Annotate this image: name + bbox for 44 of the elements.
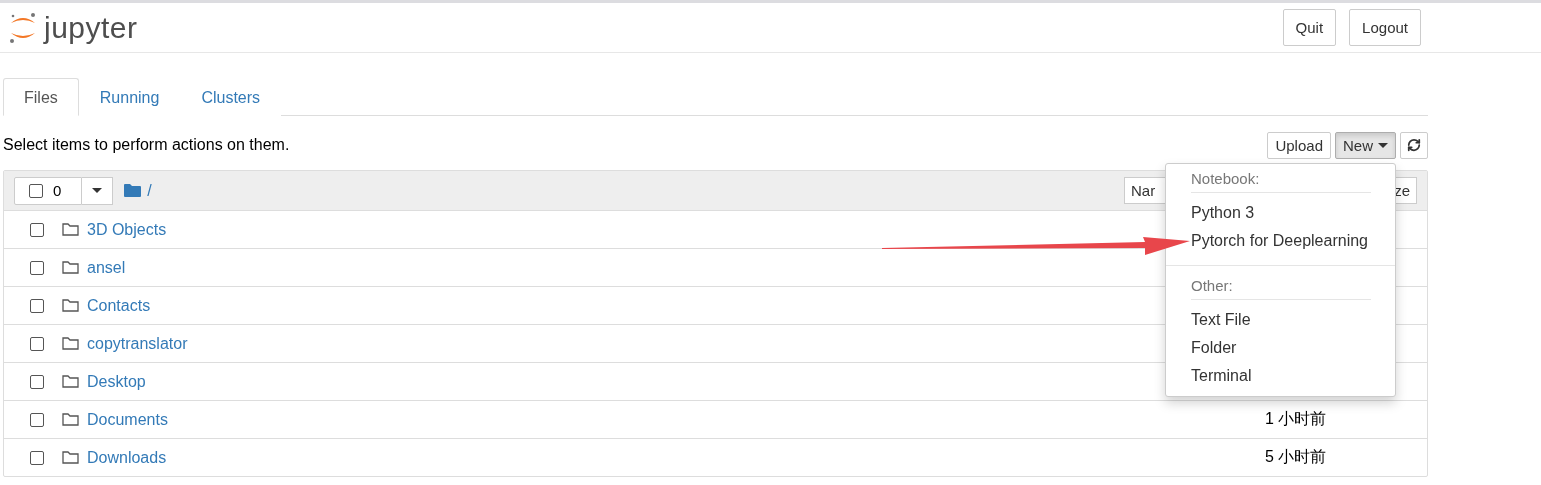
folder-link[interactable]: ansel: [87, 258, 126, 277]
modified-time: 1 小时前: [1265, 409, 1328, 429]
row-checkbox[interactable]: [30, 298, 44, 313]
folder-link[interactable]: Downloads: [87, 448, 167, 467]
header-button[interactable]: Logout: [1349, 9, 1421, 46]
folder-link[interactable]: 3D Objects: [87, 220, 167, 239]
folder-link[interactable]: Documents: [87, 410, 168, 429]
row-checkbox[interactable]: [30, 336, 44, 351]
row-checkbox[interactable]: [30, 374, 44, 389]
refresh-icon: [1407, 138, 1421, 152]
menu-heading: Notebook:: [1191, 168, 1371, 193]
menu-item[interactable]: Folder: [1191, 334, 1371, 362]
folder-icon: [62, 374, 79, 389]
folder-link[interactable]: copytranslator: [87, 334, 188, 353]
modified-time: 5 小时前: [1265, 447, 1328, 467]
hint-text: Select items to perform actions on them.: [3, 136, 290, 154]
path-link[interactable]: /: [147, 181, 152, 200]
row-checkbox[interactable]: [30, 222, 44, 237]
refresh-button[interactable]: [1400, 131, 1428, 159]
folder-icon: [62, 450, 79, 465]
header-button[interactable]: Quit: [1282, 9, 1337, 46]
folder-icon: [62, 222, 79, 237]
folder-icon: [124, 183, 142, 198]
select-all-control[interactable]: 0: [14, 176, 83, 205]
row-checkbox[interactable]: [30, 450, 44, 465]
folder-icon: [62, 336, 79, 351]
menu-item[interactable]: Terminal: [1191, 362, 1371, 390]
menu-item[interactable]: Pytorch for Deeplearning: [1191, 227, 1371, 255]
new-dropdown-button[interactable]: New: [1335, 131, 1396, 159]
menu-heading: Other:: [1191, 275, 1371, 300]
folder-icon: [62, 412, 79, 427]
logo-icon: [8, 10, 38, 45]
upload-button[interactable]: Upload: [1267, 131, 1331, 159]
logo-text: jupyter: [44, 10, 138, 45]
row-checkbox[interactable]: [30, 260, 44, 275]
select-menu-button[interactable]: [82, 176, 114, 205]
menu-item[interactable]: Text File: [1191, 306, 1371, 334]
tab[interactable]: Files: [3, 78, 79, 116]
row-checkbox[interactable]: [30, 412, 44, 427]
folder-icon: [62, 260, 79, 275]
menu-item[interactable]: Python 3: [1191, 199, 1371, 227]
folder-link[interactable]: Contacts: [87, 296, 151, 315]
folder-icon: [62, 298, 79, 313]
folder-link[interactable]: Desktop: [87, 372, 146, 391]
